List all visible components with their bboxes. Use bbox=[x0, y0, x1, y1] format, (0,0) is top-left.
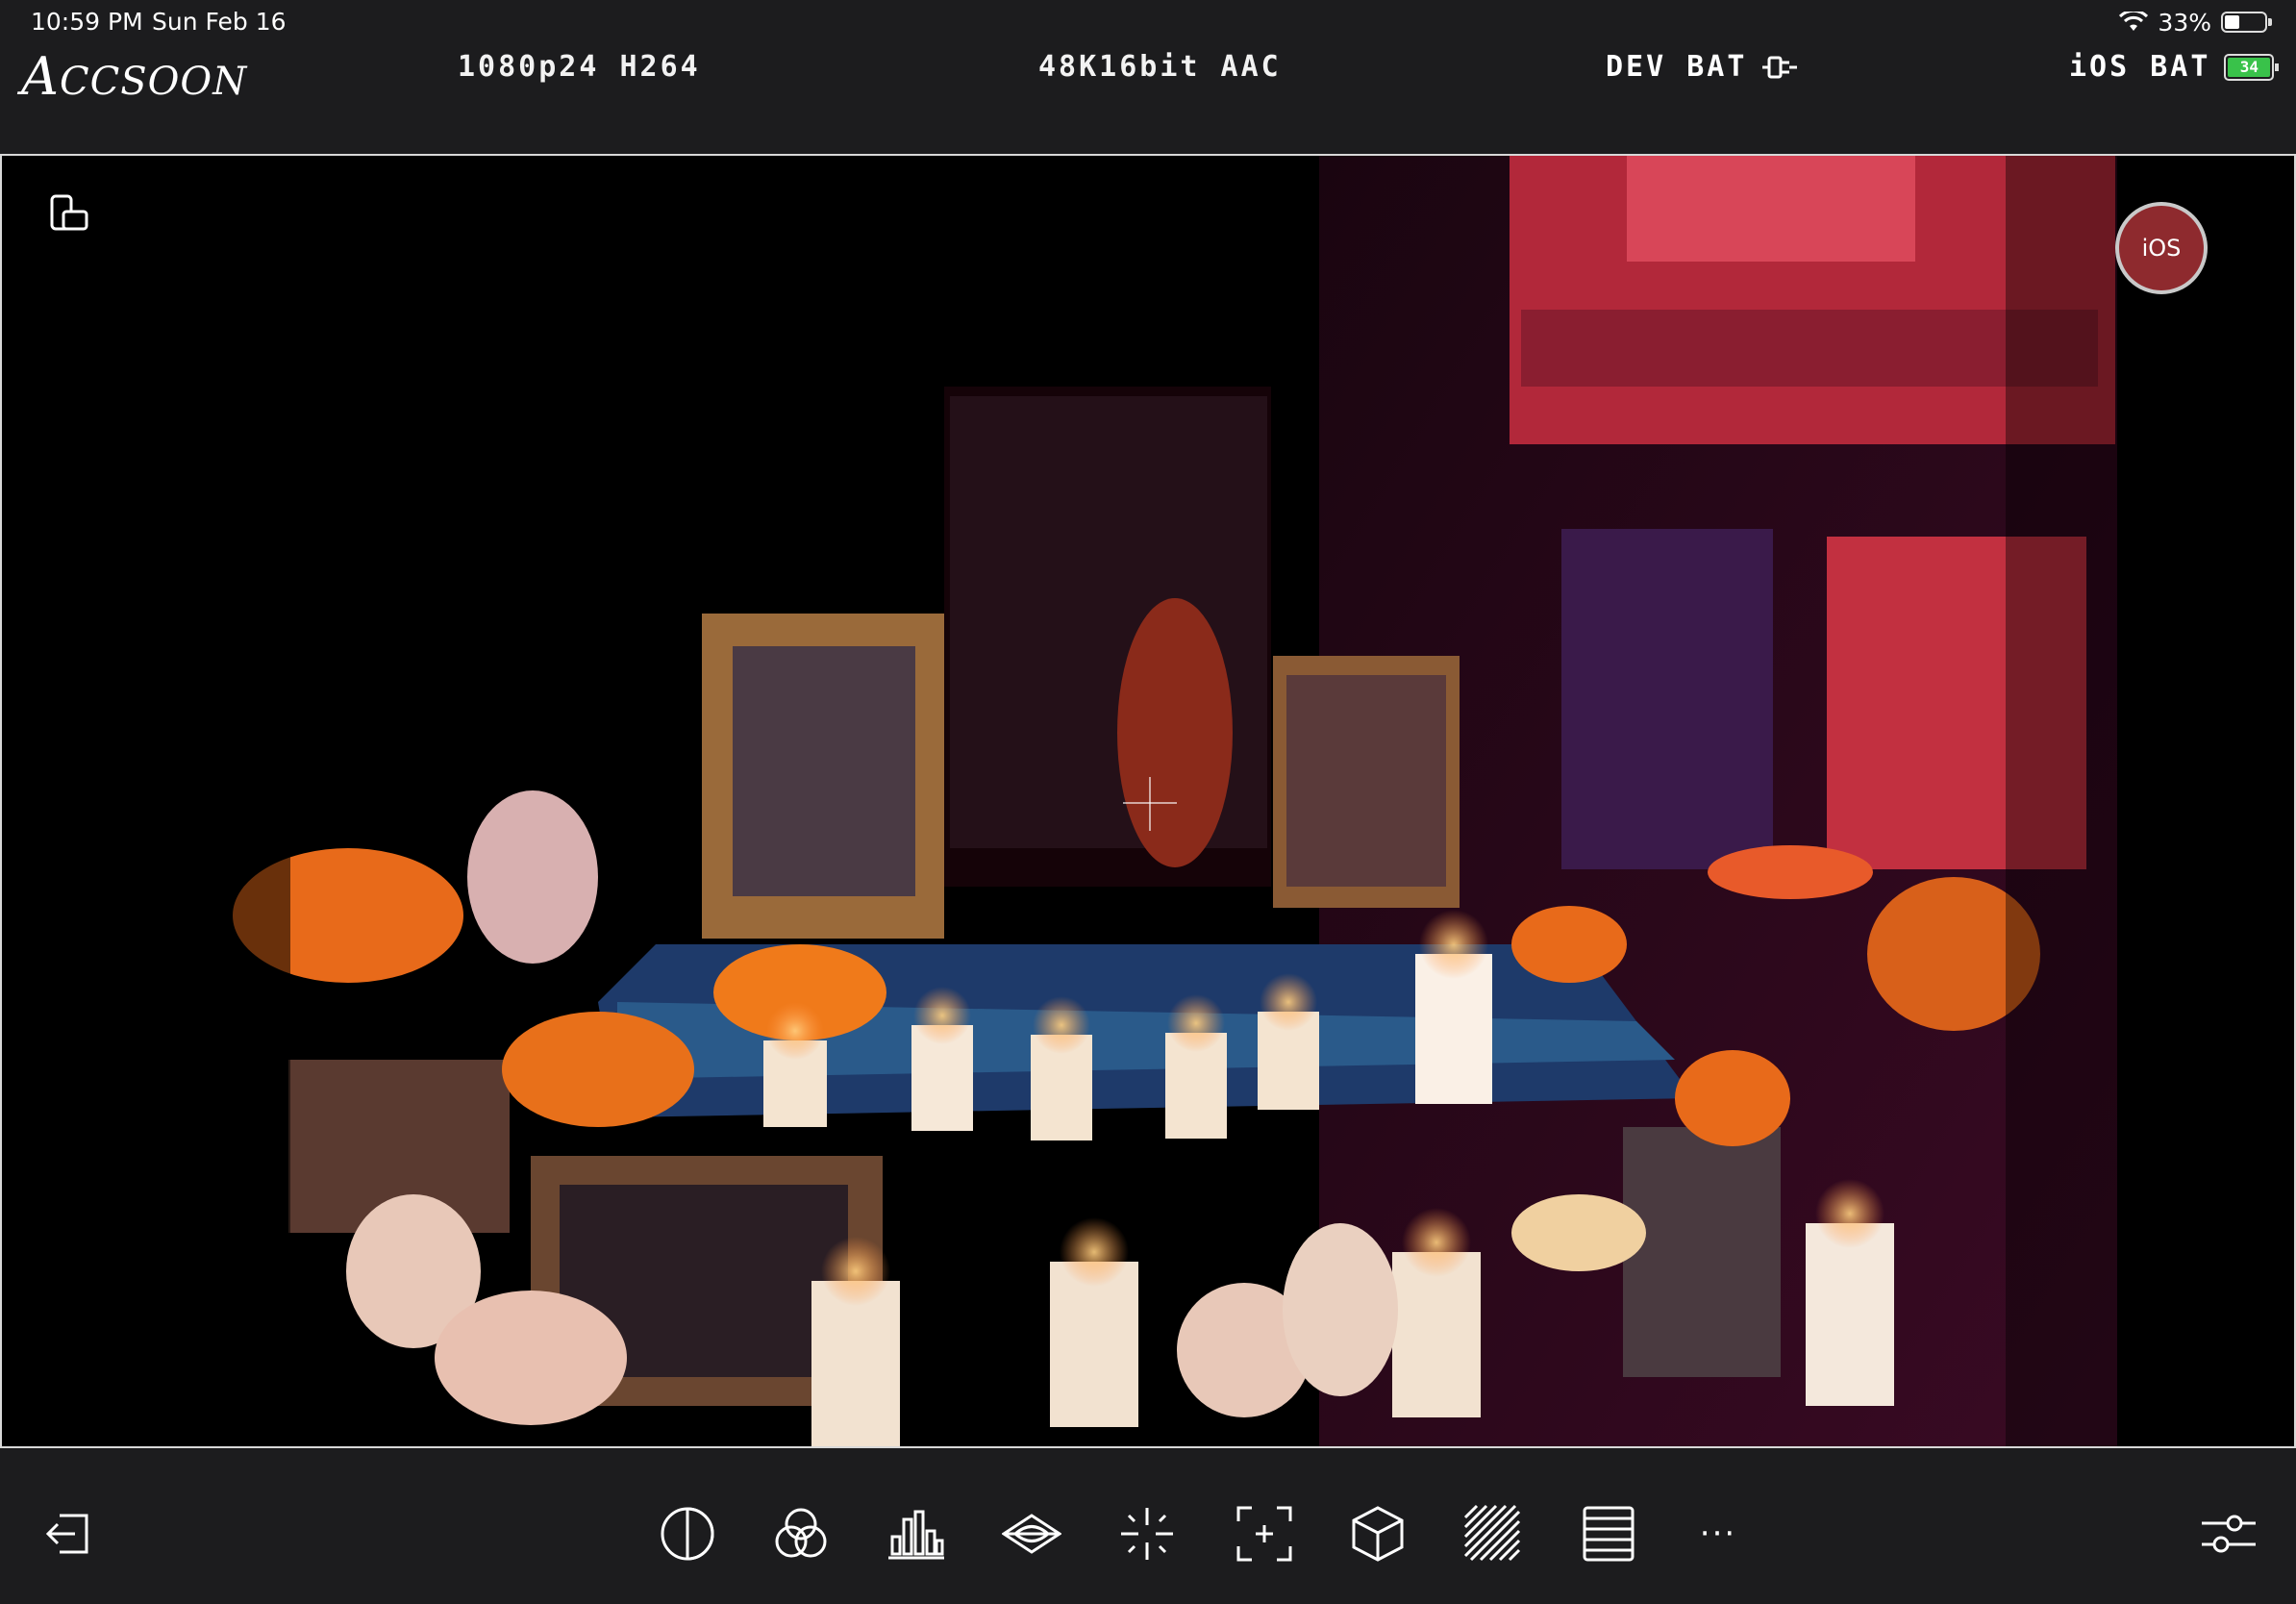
ios-bat-label: iOS BAT bbox=[2069, 50, 2211, 84]
video-format: 1080p24 H264 bbox=[458, 50, 701, 84]
peaking-icon bbox=[1121, 1508, 1173, 1560]
color-channels-icon bbox=[775, 1508, 827, 1558]
bottom-toolbar: ··· bbox=[0, 1471, 2296, 1604]
zebra-icon bbox=[1463, 1504, 1521, 1562]
live-preview-image bbox=[2, 156, 2294, 1446]
waveform-icon bbox=[1002, 1514, 1061, 1554]
zebra-button[interactable] bbox=[1460, 1500, 1527, 1567]
lut-button[interactable] bbox=[1344, 1500, 1411, 1567]
accsoon-logo: ACCSOON bbox=[21, 46, 248, 107]
histogram-button[interactable] bbox=[883, 1500, 950, 1567]
exit-button[interactable] bbox=[35, 1500, 102, 1567]
wifi-icon bbox=[2119, 12, 2149, 31]
dev-battery: DEV BAT bbox=[1606, 50, 1799, 84]
exposure-button[interactable] bbox=[654, 1500, 721, 1567]
power-plug-icon bbox=[1762, 56, 1798, 78]
ios-bat-value: 34 bbox=[2228, 57, 2271, 77]
battery-percent: 33% bbox=[2158, 8, 2211, 37]
status-bar: 10:59 PM Sun Feb 16 33% bbox=[0, 0, 2296, 46]
status-time: 10:59 PM bbox=[31, 8, 143, 36]
false-color-icon bbox=[1583, 1506, 1635, 1562]
color-channels-button[interactable] bbox=[767, 1500, 835, 1567]
ios-battery: iOS BAT 34 bbox=[2069, 50, 2280, 84]
ios-battery-icon: 34 bbox=[2224, 53, 2280, 81]
dev-bat-label: DEV BAT bbox=[1606, 50, 1748, 84]
settings-button[interactable] bbox=[2194, 1500, 2261, 1567]
audio-format: 48K16bit AAC bbox=[1038, 50, 1282, 84]
peaking-button[interactable] bbox=[1113, 1500, 1181, 1567]
waveform-button[interactable] bbox=[998, 1500, 1065, 1567]
histogram-icon bbox=[888, 1510, 944, 1560]
exposure-icon bbox=[661, 1507, 714, 1561]
crosshair-vertical bbox=[1149, 777, 1151, 831]
ios-record-button[interactable]: iOS bbox=[2115, 202, 2208, 294]
frame-guide-icon bbox=[1236, 1506, 1292, 1562]
status-right: 33% bbox=[2119, 8, 2272, 37]
false-color-button[interactable] bbox=[1575, 1500, 1642, 1567]
battery-icon bbox=[2221, 12, 2272, 33]
settings-sliders-icon bbox=[2202, 1515, 2256, 1553]
more-icon: ··· bbox=[1699, 1515, 1737, 1553]
rotate-screen-icon[interactable] bbox=[48, 192, 90, 235]
frame-guide-button[interactable] bbox=[1231, 1500, 1298, 1567]
camera-preview[interactable]: iOS bbox=[0, 154, 2296, 1448]
more-button[interactable]: ··· bbox=[1685, 1500, 1752, 1567]
status-date: Sun Feb 16 bbox=[152, 8, 287, 36]
lut-cube-icon bbox=[1352, 1506, 1404, 1562]
exit-icon bbox=[45, 1514, 88, 1554]
